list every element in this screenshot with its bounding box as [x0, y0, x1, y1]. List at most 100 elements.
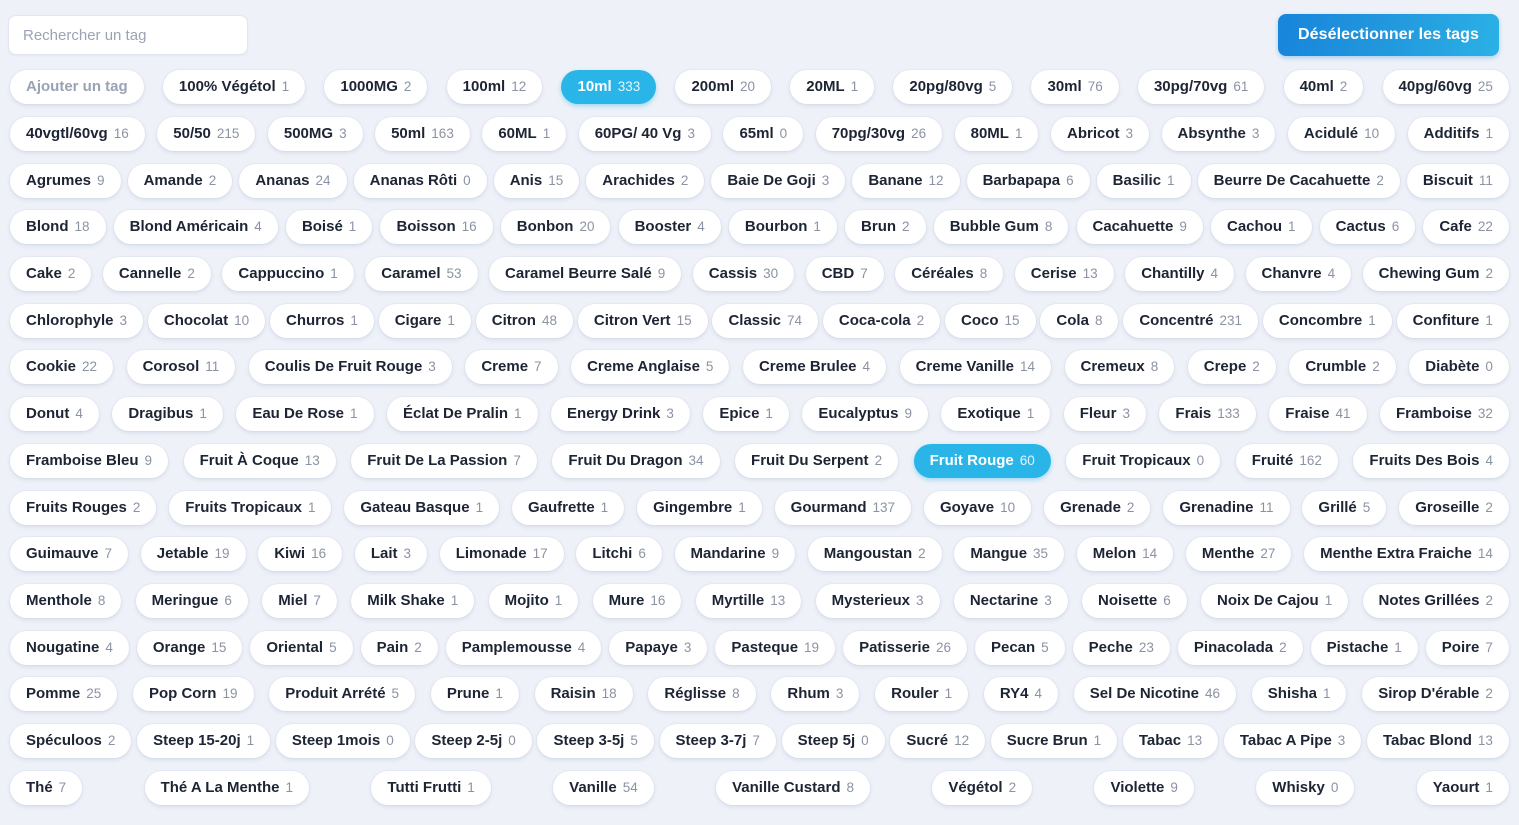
tag-pill[interactable]: Caramel 53 — [365, 257, 478, 292]
tag-pill[interactable]: Steep 5j 0 — [781, 723, 885, 758]
tag-pill[interactable]: Grenade 2 — [1044, 490, 1151, 525]
tag-pill[interactable]: Meringue 6 — [135, 583, 248, 618]
tag-pill[interactable]: Menthe Extra Fraiche 14 — [1304, 537, 1509, 572]
tag-pill[interactable]: Cremeux 8 — [1064, 350, 1175, 385]
tag-pill[interactable]: Absynthe 3 — [1161, 117, 1276, 152]
tag-pill[interactable]: Bubble Gum 8 — [933, 210, 1069, 245]
search-input[interactable] — [8, 15, 248, 55]
tag-pill[interactable]: 10ml 333 — [561, 70, 657, 105]
tag-pill[interactable]: Nougatine 4 — [10, 630, 129, 665]
tag-pill[interactable]: Éclat De Pralin 1 — [387, 397, 538, 432]
tag-pill[interactable]: Tutti Frutti 1 — [371, 770, 491, 805]
tag-pill[interactable]: Cigare 1 — [378, 303, 471, 338]
tag-pill[interactable]: Vanille Custard 8 — [716, 770, 870, 805]
tag-pill[interactable]: Végétol 2 — [932, 770, 1033, 805]
tag-pill[interactable]: Biscuit 11 — [1406, 163, 1509, 198]
tag-pill[interactable]: Baie De Goji 3 — [711, 163, 846, 198]
tag-pill[interactable]: 60ML 1 — [482, 117, 567, 152]
tag-pill[interactable]: 80ML 1 — [954, 117, 1039, 152]
tag-pill[interactable]: Chocolat 10 — [147, 303, 266, 338]
tag-pill[interactable]: Fruits Rouges 2 — [10, 490, 157, 525]
tag-pill[interactable]: 30pg/70vg 61 — [1137, 70, 1265, 105]
tag-pill[interactable]: Pistache 1 — [1310, 630, 1418, 665]
tag-pill[interactable]: Raisin 18 — [534, 677, 633, 712]
tag-pill[interactable]: Diabète 0 — [1409, 350, 1509, 385]
tag-pill[interactable]: 50/50 215 — [157, 117, 256, 152]
tag-pill[interactable]: Tabac 13 — [1122, 723, 1219, 758]
tag-pill[interactable]: Classic 74 — [712, 303, 819, 338]
tag-pill[interactable]: Noix De Cajou 1 — [1201, 583, 1349, 618]
tag-pill[interactable]: Lait 3 — [354, 537, 427, 572]
tag-pill[interactable]: Mangoustan 2 — [807, 537, 942, 572]
tag-pill[interactable]: Acidulé 10 — [1287, 117, 1396, 152]
tag-pill[interactable]: Donut 4 — [10, 397, 99, 432]
tag-pill[interactable]: Sucre Brun 1 — [990, 723, 1118, 758]
tag-pill[interactable]: Guimauve 7 — [10, 537, 129, 572]
tag-pill[interactable]: 60PG/ 40 Vg 3 — [578, 117, 711, 152]
tag-pill[interactable]: Tabac Blond 13 — [1367, 723, 1509, 758]
tag-pill[interactable]: Barbapapa 6 — [966, 163, 1090, 198]
tag-pill[interactable]: Grenadine 11 — [1163, 490, 1290, 525]
add-tag-button[interactable]: Ajouter un tag — [10, 70, 144, 105]
tag-pill[interactable]: Céréales 8 — [895, 257, 1004, 292]
tag-pill[interactable]: 70pg/30vg 26 — [815, 117, 943, 152]
tag-pill[interactable]: Fruit Rouge 60 — [913, 443, 1051, 478]
tag-pill[interactable]: Corosol 11 — [126, 350, 236, 385]
tag-pill[interactable]: Miel 7 — [262, 583, 337, 618]
tag-pill[interactable]: Concombre 1 — [1262, 303, 1392, 338]
tag-pill[interactable]: Grillé 5 — [1302, 490, 1387, 525]
tag-pill[interactable]: Sucré 12 — [890, 723, 986, 758]
tag-pill[interactable]: Creme Anglaise 5 — [571, 350, 730, 385]
tag-pill[interactable]: Steep 2-5j 0 — [415, 723, 532, 758]
tag-pill[interactable]: Cafe 22 — [1423, 210, 1509, 245]
tag-pill[interactable]: Creme 7 — [465, 350, 558, 385]
tag-pill[interactable]: Thé A La Menthe 1 — [144, 770, 309, 805]
tag-pill[interactable]: Rhum 3 — [771, 677, 860, 712]
tag-pill[interactable]: Groseille 2 — [1399, 490, 1509, 525]
tag-pill[interactable]: Additifs 1 — [1407, 117, 1509, 152]
tag-pill[interactable]: Mangue 35 — [954, 537, 1065, 572]
tag-pill[interactable]: Fruit Du Dragon 34 — [552, 443, 720, 478]
tag-pill[interactable]: Whisky 0 — [1256, 770, 1355, 805]
tag-pill[interactable]: Caramel Beurre Salé 9 — [489, 257, 682, 292]
tag-pill[interactable]: Cola 8 — [1040, 303, 1119, 338]
tag-pill[interactable]: Goyave 10 — [923, 490, 1032, 525]
tag-pill[interactable]: Ananas Rôti 0 — [353, 163, 487, 198]
tag-pill[interactable]: CBD 7 — [805, 257, 884, 292]
tag-pill[interactable]: Limonade 17 — [439, 537, 564, 572]
tag-pill[interactable]: Fruit De La Passion 7 — [351, 443, 537, 478]
tag-pill[interactable]: Peche 23 — [1072, 630, 1170, 665]
tag-pill[interactable]: 50ml 163 — [375, 117, 470, 152]
tag-pill[interactable]: Crepe 2 — [1187, 350, 1276, 385]
tag-pill[interactable]: Steep 3-7j 7 — [659, 723, 776, 758]
tag-pill[interactable]: Eau De Rose 1 — [236, 397, 374, 432]
tag-pill[interactable]: Fruits Des Bois 4 — [1353, 443, 1509, 478]
tag-pill[interactable]: Blond Américain 4 — [113, 210, 278, 245]
tag-pill[interactable]: Boisson 16 — [380, 210, 493, 245]
tag-pill[interactable]: 1000MG 2 — [324, 70, 428, 105]
tag-pill[interactable]: 40ml 2 — [1283, 70, 1364, 105]
tag-pill[interactable]: Bonbon 20 — [500, 210, 611, 245]
tag-pill[interactable]: Pasteque 19 — [715, 630, 836, 665]
tag-pill[interactable]: Poire 7 — [1425, 630, 1509, 665]
tag-pill[interactable]: Agrumes 9 — [10, 163, 121, 198]
tag-pill[interactable]: Epice 1 — [703, 397, 789, 432]
tag-pill[interactable]: Myrtille 13 — [695, 583, 802, 618]
tag-pill[interactable]: Amande 2 — [127, 163, 233, 198]
tag-pill[interactable]: Prune 1 — [430, 677, 519, 712]
tag-pill[interactable]: Booster 4 — [618, 210, 721, 245]
tag-pill[interactable]: Beurre De Cacahuette 2 — [1197, 163, 1400, 198]
tag-pill[interactable]: Gourmand 137 — [774, 490, 912, 525]
tag-pill[interactable]: Pecan 5 — [974, 630, 1065, 665]
tag-pill[interactable]: Yaourt 1 — [1416, 770, 1509, 805]
tag-pill[interactable]: Steep 3-5j 5 — [537, 723, 654, 758]
tag-pill[interactable]: Fruits Tropicaux 1 — [169, 490, 332, 525]
tag-pill[interactable]: Ananas 24 — [239, 163, 347, 198]
tag-pill[interactable]: Pain 2 — [360, 630, 438, 665]
tag-pill[interactable]: Basilic 1 — [1096, 163, 1191, 198]
tag-pill[interactable]: Menthole 8 — [10, 583, 122, 618]
tag-pill[interactable]: 200ml 20 — [675, 70, 772, 105]
tag-pill[interactable]: Mandarine 9 — [674, 537, 796, 572]
tag-pill[interactable]: Eucalyptus 9 — [802, 397, 928, 432]
tag-pill[interactable]: Pamplemousse 4 — [445, 630, 602, 665]
